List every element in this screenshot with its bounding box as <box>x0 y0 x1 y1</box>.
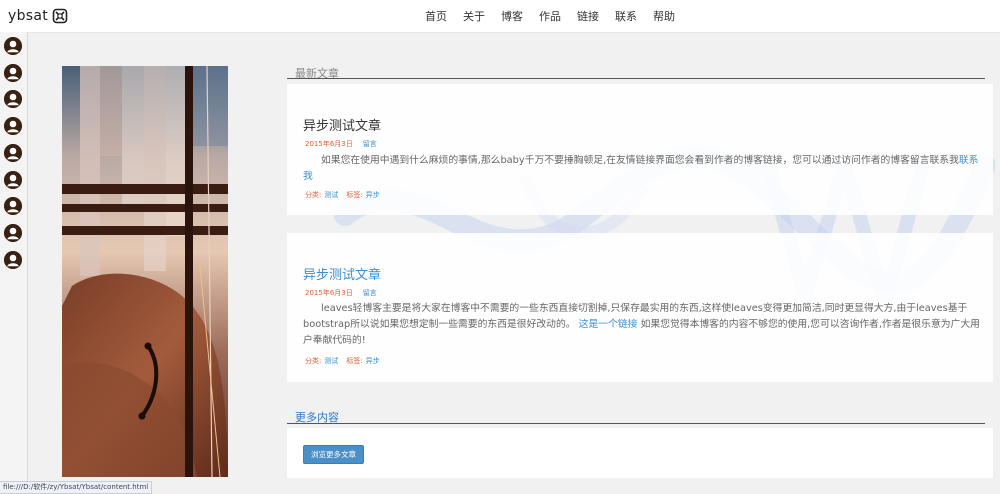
post-date: 2015年6月3日 <box>305 140 353 148</box>
post-body: 如果您在使用中遇到什么麻烦的事情,那么baby千万不要捶胸顿足,在友情链接界面您… <box>303 153 985 185</box>
post-date: 2015年6月3日 <box>305 289 353 297</box>
post-tags: 分类: 测试 标签: 异步 <box>305 190 388 200</box>
category-link[interactable]: 测试 <box>324 191 338 199</box>
user-avatar-icon[interactable] <box>4 143 22 162</box>
post-tags: 分类: 测试 标签: 异步 <box>305 356 388 366</box>
user-avatar-icon[interactable] <box>4 250 22 269</box>
post-card: 异步测试文章 2015年6月3日 留言 如果您在使用中遇到什么麻烦的事情,那么ba… <box>287 84 993 215</box>
nav-help[interactable]: 帮助 <box>653 8 675 24</box>
nav-blog[interactable]: 博客 <box>501 8 523 24</box>
top-header: ybsat 首页 关于 博客 作品 链接 联系 帮助 <box>0 0 1000 33</box>
post-card: 异步测试文章 2015年6月3日 留言 leaves轻博客主要是将大家在博客中不需… <box>287 233 993 382</box>
user-avatar-icon[interactable] <box>4 90 22 109</box>
tag-link[interactable]: 异步 <box>366 357 380 365</box>
tag-link[interactable]: 异步 <box>366 191 380 199</box>
user-avatar-icon[interactable] <box>4 63 22 82</box>
main-nav: 首页 关于 博客 作品 链接 联系 帮助 <box>425 8 691 24</box>
example-link[interactable]: 这是一个链接 <box>579 319 638 330</box>
nav-about[interactable]: 关于 <box>463 8 485 24</box>
category-label: 分类: <box>305 191 322 199</box>
post-comment-link[interactable]: 留言 <box>363 289 377 297</box>
post-body: leaves轻博客主要是将大家在博客中不需要的一些东西直接切割掉,只保存最实用的… <box>303 301 985 349</box>
nav-links[interactable]: 链接 <box>577 8 599 24</box>
browser-status-url: file:///D:/软件/zy/Ybsat/Ybsat/content.htm… <box>0 481 153 494</box>
latest-divider <box>287 78 985 79</box>
more-card: 浏览更多文章 <box>287 428 993 478</box>
logo-knot-icon <box>52 8 68 24</box>
site-logo[interactable]: ybsat <box>8 6 68 26</box>
browse-more-button[interactable]: 浏览更多文章 <box>303 445 364 464</box>
category-link[interactable]: 测试 <box>324 357 338 365</box>
user-avatar-icon[interactable] <box>4 170 22 189</box>
violin-illustration <box>62 66 228 477</box>
user-avatar-icon[interactable] <box>4 223 22 242</box>
user-avatar-icon[interactable] <box>4 37 22 55</box>
nav-works[interactable]: 作品 <box>539 8 561 24</box>
tag-label: 标签: <box>346 191 363 199</box>
hero-violin-image <box>62 66 228 477</box>
nav-home[interactable]: 首页 <box>425 8 447 24</box>
post-meta: 2015年6月3日 留言 <box>305 139 377 149</box>
post-comment-link[interactable]: 留言 <box>363 140 377 148</box>
logo-text: ybsat <box>8 8 49 24</box>
user-avatar-icon[interactable] <box>4 197 22 216</box>
avatar-column <box>0 32 28 492</box>
post-body-text: 如果您在使用中遇到什么麻烦的事情,那么baby千万不要捶胸顿足,在友情链接界面您… <box>321 155 959 166</box>
tag-label: 标签: <box>346 357 363 365</box>
more-divider <box>287 423 985 424</box>
post-title[interactable]: 异步测试文章 <box>303 264 381 283</box>
category-label: 分类: <box>305 357 322 365</box>
post-title[interactable]: 异步测试文章 <box>303 115 381 134</box>
nav-contact[interactable]: 联系 <box>615 8 637 24</box>
user-avatar-icon[interactable] <box>4 117 22 136</box>
post-meta: 2015年6月3日 留言 <box>305 288 377 298</box>
